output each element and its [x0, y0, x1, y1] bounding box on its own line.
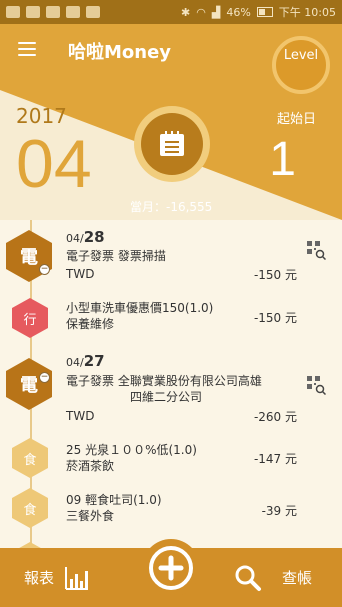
entry-category: 三餐外食: [66, 509, 115, 523]
entry-category: 菸酒茶飲: [66, 459, 115, 473]
entry-list[interactable]: 電 − 04/28 電子發票 發票掃描 TWD -150 元 行 小型車洗車優惠…: [0, 220, 342, 550]
month-label[interactable]: 04: [16, 130, 92, 198]
notification-icon: [26, 6, 40, 18]
level-badge[interactable]: Level: [272, 36, 330, 94]
calendar-button[interactable]: [134, 106, 210, 182]
entry-date: 04/28: [66, 228, 105, 246]
calendar-icon: [160, 131, 184, 156]
entry-description: 小型車洗車優惠價150(1.0): [66, 301, 214, 315]
category-badge: 食: [12, 438, 48, 478]
entry-currency: TWD: [66, 409, 95, 423]
qr-search-icon[interactable]: [306, 375, 326, 395]
collapse-icon[interactable]: −: [39, 372, 50, 383]
entry-amount: -150 元: [253, 268, 297, 282]
qr-search-icon[interactable]: [306, 240, 326, 260]
report-label: 報表: [24, 569, 55, 587]
category-badge: 行: [12, 298, 48, 338]
battery-icon: [256, 7, 273, 17]
report-button[interactable]: 報表: [24, 548, 90, 607]
wifi-icon: ◠: [196, 5, 206, 19]
search-icon: [235, 565, 261, 591]
category-badge: 食: [12, 488, 48, 528]
category-badge: 電: [6, 358, 52, 410]
collapse-icon[interactable]: −: [39, 264, 50, 275]
entry-description: 25 光泉１００%低(1.0): [66, 443, 197, 457]
signal-icon: ▟: [211, 5, 221, 19]
month-total: 當月：-16,555: [130, 200, 213, 214]
mail-icon: [46, 6, 60, 18]
bar-chart-icon: [65, 566, 89, 590]
status-bar: ✱ ◠ ▟ 46% 下午 10:05: [0, 0, 342, 24]
notification-icon: [6, 6, 20, 18]
year-label: 2017: [16, 104, 67, 128]
entry-amount: -147 元: [253, 452, 297, 466]
search-label: 查帳: [281, 569, 312, 587]
entry-description-cont: 四維二分公司: [130, 390, 203, 404]
menu-icon[interactable]: [18, 42, 36, 56]
entry-amount: -39 元: [261, 504, 297, 518]
start-day-label: 起始日: [276, 112, 316, 127]
mail-icon: [66, 6, 80, 18]
entry-date: 04/27: [66, 352, 105, 370]
notification-icon: [86, 6, 100, 18]
search-button[interactable]: 查帳: [234, 548, 312, 607]
entry-amount: -150 元: [253, 311, 297, 325]
battery-percent: 46%: [226, 5, 251, 19]
entry-description: 09 輕食吐司(1.0): [66, 493, 162, 507]
clock: 下午 10:05: [278, 6, 336, 19]
start-day-value[interactable]: 1: [269, 132, 296, 187]
entry-currency: TWD: [66, 267, 95, 281]
entry-description: 電子發票 全聯實業股份有限公司高雄: [66, 374, 262, 388]
notification-icons: [6, 6, 181, 18]
entry-amount: -260 元: [253, 410, 297, 424]
add-entry-button[interactable]: [141, 538, 201, 598]
app-title: 哈啦Money: [68, 42, 172, 63]
bluetooth-icon: ✱: [181, 5, 191, 19]
entry-description: 電子發票 發票掃描: [66, 249, 166, 263]
month-header: 哈啦Money Level 2017 04 起始日 1 當月：-16,555: [0, 24, 342, 220]
entry-category: 保養維修: [66, 317, 115, 331]
